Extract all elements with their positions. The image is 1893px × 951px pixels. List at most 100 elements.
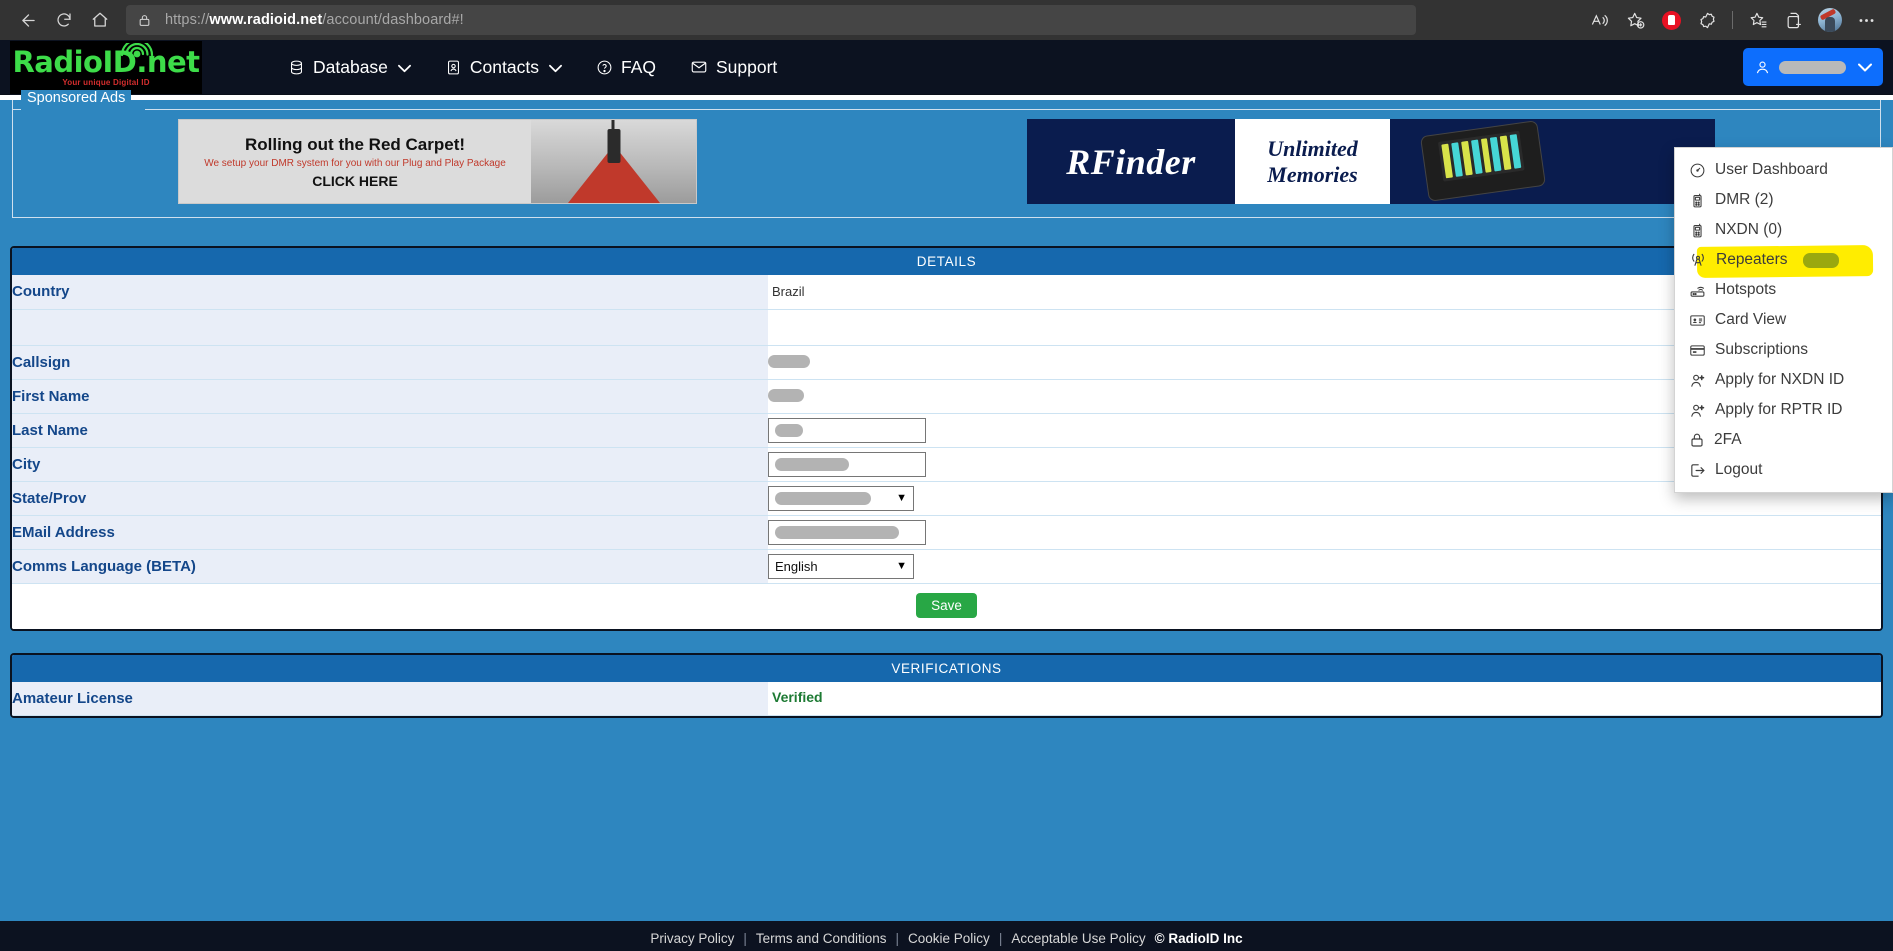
id-card-icon — [1690, 314, 1705, 326]
field-value-callsign-redacted — [768, 355, 810, 369]
menu-item-user-dashboard[interactable]: User Dashboard — [1675, 155, 1892, 185]
table-row: City — [12, 447, 1881, 481]
field-label-comms-language: Comms Language (BETA) — [12, 549, 768, 583]
question-circle-icon — [597, 60, 612, 74]
radio-handset-icon — [1693, 193, 1702, 207]
table-row: Country Brazil — [12, 275, 1881, 309]
menu-item-2fa[interactable]: 2FA — [1675, 425, 1892, 455]
nav-item-support[interactable]: Support — [690, 57, 777, 78]
menu-label: Apply for RPTR ID — [1715, 401, 1843, 418]
field-label-spacer — [12, 309, 768, 345]
contacts-icon — [447, 60, 459, 74]
browser-action-icons — [1582, 4, 1883, 36]
menu-item-apply-rptr-id[interactable]: Apply for RPTR ID — [1675, 395, 1892, 425]
ad2-line2: Memories — [1267, 161, 1358, 187]
field-label-country: Country — [12, 275, 768, 309]
menu-item-nxdn[interactable]: NXDN (0) — [1675, 215, 1892, 245]
reload-icon[interactable] — [46, 4, 82, 36]
menu-item-apply-nxdn-id[interactable]: Apply for NXDN ID — [1675, 365, 1892, 395]
save-button[interactable]: Save — [916, 592, 977, 618]
email-value-redacted — [775, 525, 899, 539]
verification-label-amateur-license: Amateur License — [12, 681, 768, 716]
field-label-last-name: Last Name — [12, 413, 768, 447]
footer-link-acceptable-use[interactable]: Acceptable Use Policy — [1011, 931, 1145, 946]
ad1-cta: CLICK HERE — [312, 172, 398, 189]
radio-handset-icon — [1693, 223, 1702, 237]
username-redacted — [1779, 60, 1846, 74]
nav-label-support: Support — [716, 56, 778, 77]
menu-label: DMR (2) — [1715, 191, 1774, 208]
city-input[interactable] — [768, 451, 926, 477]
ad2-brand: RFinder — [1066, 141, 1196, 182]
user-account-button[interactable] — [1743, 48, 1883, 86]
menu-label: User Dashboard — [1715, 161, 1828, 178]
comms-language-select[interactable]: English ▼ — [768, 553, 914, 579]
nav-label-database: Database — [313, 56, 388, 77]
details-table: Country Brazil Callsign First Name Last … — [12, 275, 1881, 584]
table-row: Last Name — [12, 413, 1881, 447]
logout-icon — [1691, 463, 1705, 477]
email-input[interactable] — [768, 519, 926, 545]
state-prov-select[interactable]: ▼ — [768, 485, 914, 511]
nav-item-contacts[interactable]: Contacts — [445, 57, 562, 78]
field-value-first-name-redacted — [768, 389, 804, 403]
menu-item-hotspots[interactable]: Hotspots — [1675, 275, 1892, 305]
footer-divider: | — [998, 931, 1003, 946]
footer-link-terms[interactable]: Terms and Conditions — [756, 931, 887, 946]
footer-link-privacy-policy[interactable]: Privacy Policy — [650, 931, 734, 946]
add-favorite-icon[interactable] — [1618, 4, 1652, 36]
nav-item-faq[interactable]: FAQ — [596, 57, 656, 78]
field-value-country: Brazil — [772, 283, 805, 299]
menu-label: Hotspots — [1715, 281, 1777, 298]
comms-language-value: English — [775, 558, 818, 574]
menu-label: Subscriptions — [1715, 341, 1809, 358]
details-panel: DETAILS Country Brazil Callsign First Na… — [10, 246, 1883, 631]
site-logo[interactable]: RadioID.net Your unique Digital ID — [10, 40, 202, 94]
back-arrow-icon[interactable] — [10, 4, 46, 36]
details-panel-title: DETAILS — [12, 248, 1881, 275]
field-label-email: EMail Address — [12, 515, 768, 549]
footer-divider: | — [743, 931, 747, 946]
nav-item-database[interactable]: Database — [288, 57, 411, 78]
ad2-tagline: Unlimited Memories — [1235, 119, 1390, 204]
chevron-down-icon — [1858, 63, 1872, 71]
lock-icon — [138, 13, 151, 28]
menu-label: Logout — [1715, 461, 1763, 478]
city-value-redacted — [775, 457, 849, 471]
site-header: RadioID.net Your unique Digital ID Datab… — [0, 40, 1893, 95]
table-row — [12, 309, 1881, 345]
read-aloud-icon[interactable] — [1582, 4, 1616, 36]
settings-more-icon[interactable] — [1849, 4, 1883, 36]
collections-icon[interactable] — [1777, 4, 1811, 36]
menu-item-dmr[interactable]: DMR (2) — [1675, 185, 1892, 215]
credit-card-icon — [1690, 344, 1705, 356]
field-label-state-prov: State/Prov — [12, 481, 768, 515]
menu-item-repeaters[interactable]: Repeaters — [1675, 245, 1892, 275]
favorites-list-icon[interactable] — [1741, 4, 1775, 36]
verification-status-amateur-license: Verified — [772, 689, 823, 706]
chevron-down-icon — [549, 57, 562, 78]
menu-item-logout[interactable]: Logout — [1675, 455, 1892, 485]
nav-label-faq: FAQ — [620, 56, 656, 77]
menu-item-subscriptions[interactable]: Subscriptions — [1675, 335, 1892, 365]
antenna-signal-icon — [120, 42, 154, 57]
verifications-table: Amateur License Verified — [12, 681, 1881, 717]
dashboard-gauge-icon — [1690, 163, 1705, 177]
puzzle-extension-icon[interactable] — [1690, 4, 1724, 36]
address-bar[interactable]: https://www.radioid.net/account/dashboar… — [126, 5, 1416, 35]
logo-text: RadioID.net — [12, 44, 200, 79]
menu-label: Repeaters — [1716, 251, 1788, 268]
save-row: Save — [12, 583, 1881, 629]
ad-banner-dmr[interactable]: Rolling out the Red Carpet! We setup you… — [178, 119, 697, 204]
state-prov-value-redacted — [775, 491, 871, 505]
hotspot-router-icon — [1690, 286, 1705, 297]
toolbar-divider — [1732, 11, 1733, 29]
menu-label: Card View — [1715, 311, 1787, 328]
last-name-input[interactable] — [768, 417, 926, 443]
footer-link-cookie-policy[interactable]: Cookie Policy — [908, 931, 990, 946]
profile-avatar-icon[interactable] — [1813, 4, 1847, 36]
home-icon[interactable] — [82, 4, 118, 36]
menu-item-card-view[interactable]: Card View — [1675, 305, 1892, 335]
extension-icon[interactable] — [1654, 4, 1688, 36]
ad-banner-rfinder[interactable]: RFinder Unlimited Memories — [1027, 119, 1715, 204]
